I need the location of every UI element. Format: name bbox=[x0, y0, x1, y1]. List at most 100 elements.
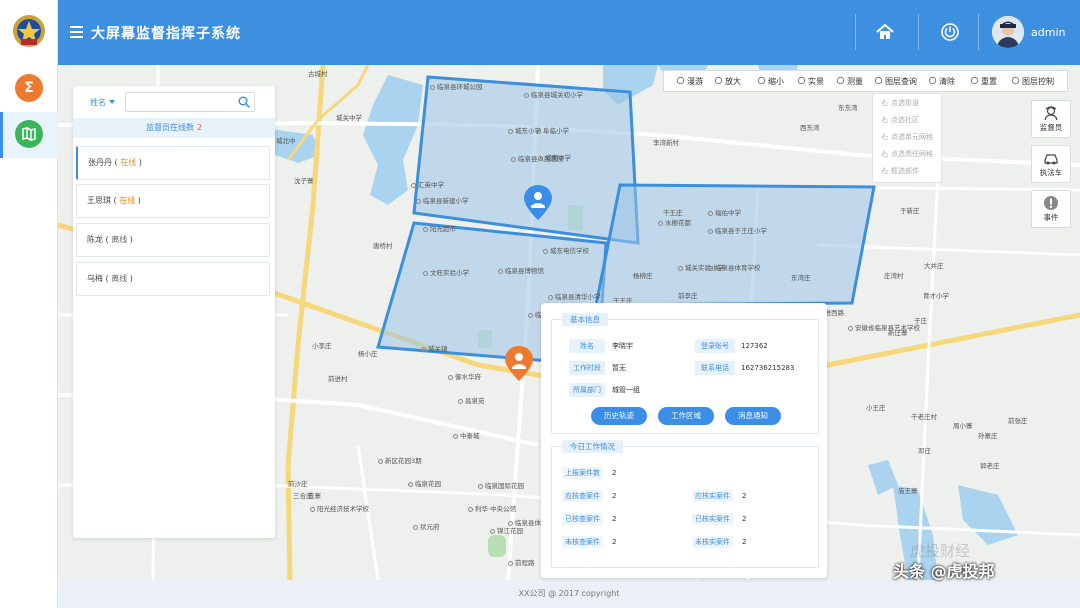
map-poi-label[interactable]: 水榭花都 bbox=[658, 217, 691, 227]
event-layer-button[interactable]: 事件 bbox=[1031, 190, 1071, 228]
inspector-list-item[interactable]: 王思琪 ( 在线 ) bbox=[76, 184, 270, 218]
rail-map-button[interactable] bbox=[0, 112, 58, 158]
layer-menu-option[interactable]: 点选社区 bbox=[873, 112, 941, 128]
map-poi-label[interactable]: 汇英中学 bbox=[411, 179, 444, 189]
layer-control-tool[interactable]: 图层控制 bbox=[1011, 71, 1054, 93]
online-count-label: 监督员在线数 bbox=[145, 123, 194, 132]
map-poi-label[interactable]: 临泉县于王庄小学 bbox=[708, 225, 767, 235]
map-poi-label[interactable]: 临泉县城关初小学 bbox=[524, 89, 583, 99]
poi-name: 阜临小学 bbox=[543, 127, 569, 135]
reset-tool[interactable]: 重置 bbox=[970, 71, 997, 93]
map-poi-label[interactable]: 御水华府 bbox=[448, 371, 481, 381]
map-place-label: 小王庄 bbox=[866, 404, 886, 412]
avatar[interactable] bbox=[992, 16, 1024, 48]
tool-label: 放大 bbox=[725, 77, 741, 86]
layer-menu-option[interactable]: 点选单元网格 bbox=[873, 129, 941, 145]
unverified-label: 未核查案件 bbox=[562, 536, 603, 548]
map-poi-label[interactable]: 文旺实验小学 bbox=[423, 267, 469, 277]
poi-dot-icon bbox=[538, 156, 543, 161]
map-poi-label[interactable]: 福佑中学 bbox=[708, 207, 741, 217]
map-poi-label[interactable]: 临泉国际花园 bbox=[478, 480, 524, 490]
map-place-label: 前沙庄 bbox=[288, 480, 308, 488]
enforcement-car-button[interactable]: 执法车 bbox=[1031, 145, 1071, 183]
poi-name: 锦江花园 bbox=[497, 527, 523, 535]
inspector-list-item[interactable]: 陈龙 ( 离线 ) bbox=[76, 223, 270, 257]
inspector-name: 陈龙 bbox=[87, 235, 103, 244]
message-notify-button[interactable]: 消息通知 bbox=[725, 407, 781, 425]
inspector-list-item[interactable]: 乌梅 ( 离线 ) bbox=[76, 262, 270, 296]
map-poi-label[interactable]: 阳光超市 bbox=[423, 223, 456, 233]
map-poi-label[interactable]: 前程路 bbox=[508, 557, 535, 567]
alert-icon bbox=[1044, 196, 1058, 210]
phone-value: 162736215283 bbox=[741, 364, 795, 372]
zoom-in-tool[interactable]: 放大 bbox=[714, 71, 741, 93]
measure-tool[interactable]: 测量 bbox=[836, 71, 863, 93]
map-place-label: 千老庄村 bbox=[911, 413, 937, 421]
map-icon bbox=[15, 120, 43, 148]
search-icon[interactable] bbox=[238, 96, 250, 108]
map-poi-label[interactable]: 城关镇 bbox=[421, 343, 448, 353]
map-poi-label[interactable]: 中泰城 bbox=[453, 430, 480, 440]
map-place-label: 大井庄 bbox=[924, 262, 944, 270]
poi-dot-icon bbox=[536, 129, 541, 134]
map-poi-label[interactable]: 临泉县博物馆 bbox=[498, 265, 544, 275]
inspector-search-input[interactable] bbox=[125, 92, 255, 112]
inspector-layer-button[interactable]: 监督员 bbox=[1031, 100, 1071, 138]
poi-name: 城关实验小学 bbox=[685, 264, 724, 272]
layer-menu-option-label: 点选社区 bbox=[891, 116, 919, 124]
power-icon[interactable] bbox=[941, 23, 959, 41]
search-field-label: 姓名 bbox=[90, 98, 106, 107]
map-poi-label[interactable]: 城东电信学校 bbox=[543, 245, 589, 255]
map-place-label: 城关中学 bbox=[336, 114, 362, 122]
search-field-dropdown[interactable]: 姓名 bbox=[90, 97, 115, 108]
map-poi-label[interactable]: 临泉县清华小学 bbox=[548, 291, 601, 301]
layer-menu-option[interactable]: 点选责任网格 bbox=[873, 146, 941, 162]
clear-tool[interactable]: 清除 bbox=[928, 71, 955, 93]
unchecked-label: 未核实案件 bbox=[692, 536, 733, 548]
hamburger-menu-icon[interactable] bbox=[70, 26, 83, 38]
poi-dot-icon bbox=[708, 229, 713, 234]
poi-dot-icon bbox=[524, 93, 529, 98]
zoom-out-tool[interactable]: 缩小 bbox=[757, 71, 784, 93]
poi-name: 阳光超市 bbox=[430, 225, 456, 233]
poi-name: 中泰城 bbox=[460, 432, 480, 440]
history-track-button[interactable]: 历史轨迹 bbox=[591, 407, 647, 425]
ruler-icon bbox=[836, 76, 845, 85]
map-poi-label[interactable]: 利华·中央公馆 bbox=[468, 503, 516, 513]
map-place-label: 庞寨 bbox=[308, 492, 321, 500]
inspector-list-item[interactable]: 张丹丹 ( 在线 ) bbox=[76, 146, 270, 180]
layer-query-tool[interactable]: 图层查询 bbox=[874, 71, 917, 93]
to-check-label: 应核实案件 bbox=[692, 490, 733, 502]
paren-open: ( bbox=[103, 274, 112, 283]
map-poi-label[interactable]: 新区花园3期 bbox=[378, 455, 422, 465]
home-icon[interactable] bbox=[876, 24, 894, 40]
hand-pointer-icon bbox=[881, 133, 888, 140]
poi-dot-icon bbox=[423, 271, 428, 276]
street-view-tool[interactable]: 实景 bbox=[797, 71, 824, 93]
map-toolbar: 漫游 放大 缩小 实景 测量 图层查询 清除 重置 图层控制 bbox=[663, 70, 1068, 92]
tool-label: 漫游 bbox=[687, 77, 703, 86]
map-poi-label[interactable]: 城南中学 bbox=[538, 152, 571, 162]
map-poi-label[interactable]: 临泉花园 bbox=[408, 478, 441, 488]
today-work-title: 今日工作情况 bbox=[562, 440, 623, 453]
map-poi-label[interactable]: 状元府 bbox=[413, 521, 440, 531]
map-poi-label[interactable]: 阳光经济技术学校 bbox=[310, 503, 369, 513]
map-poi-label[interactable]: 阜临小学 bbox=[536, 125, 569, 135]
map-poi-label[interactable]: 昌泉苑 bbox=[458, 395, 485, 405]
map-poi-label[interactable]: 安徽省临泉县艺术学校 bbox=[848, 322, 920, 332]
poi-dot-icon bbox=[413, 525, 418, 530]
tool-label: 图层查询 bbox=[885, 77, 917, 86]
map-place-label: 于庄 bbox=[914, 317, 927, 325]
inspector-status: 离线 bbox=[111, 235, 128, 244]
checked-label: 已核实案件 bbox=[692, 513, 733, 525]
map-poi-label[interactable]: 临泉县新建小学 bbox=[416, 195, 469, 205]
watermark: 头条 @虎投邦 bbox=[893, 562, 995, 581]
rail-stats-button[interactable]: Σ bbox=[0, 66, 58, 112]
layer-menu-option[interactable]: 框选部件 bbox=[873, 163, 941, 179]
roam-tool[interactable]: 漫游 bbox=[676, 71, 703, 93]
poi-name: 城关镇 bbox=[428, 345, 448, 353]
map-poi-label[interactable]: 临泉县环城公园 bbox=[430, 81, 483, 91]
work-area-button[interactable]: 工作区域 bbox=[658, 407, 714, 425]
map-poi-label[interactable]: 城关实验小学 bbox=[678, 262, 724, 272]
layer-menu-option[interactable]: 点选街道 bbox=[873, 95, 941, 111]
